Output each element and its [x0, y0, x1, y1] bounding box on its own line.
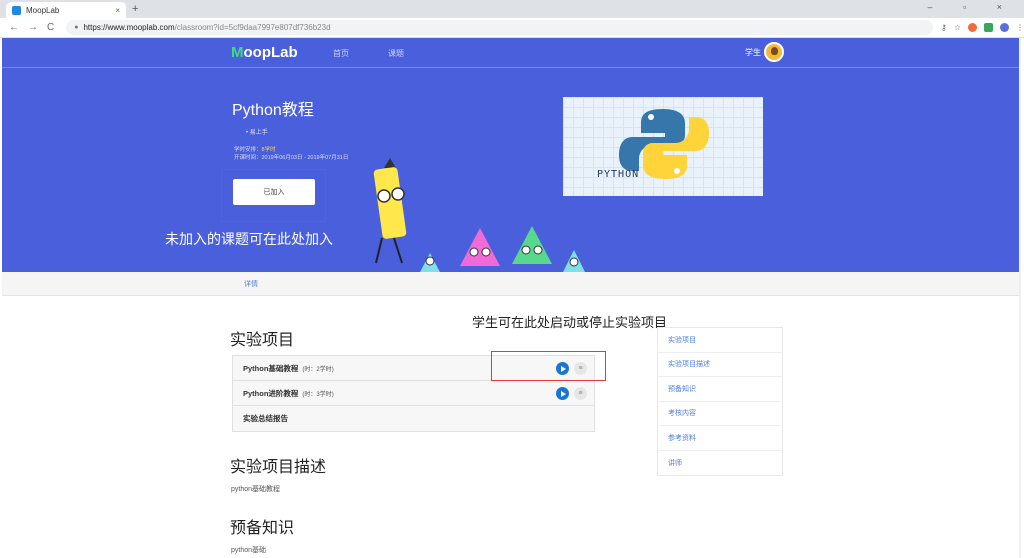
project-name: Python进阶教程	[243, 388, 299, 398]
prerequisites-text: python基础	[231, 547, 267, 554]
course-title: Python教程	[232, 102, 314, 119]
project-hours: (时：3学时)	[302, 391, 334, 398]
project-name: 实验总结报告	[243, 414, 288, 423]
course-open-time: 开课时间：2019年06月03日 - 2019年07月31日	[234, 155, 349, 161]
reload-icon[interactable]: C	[47, 22, 54, 33]
extension-icon[interactable]	[984, 23, 993, 32]
menu-icon[interactable]: ⋮	[1016, 23, 1024, 32]
triangle-mascot-icon	[512, 226, 552, 264]
forward-icon[interactable]: →	[28, 22, 38, 33]
list-menu-icon[interactable]: ≡	[574, 387, 587, 400]
side-nav-item[interactable]: 实验项目	[658, 328, 782, 353]
user-name[interactable]: 学生	[745, 47, 761, 58]
tab-detail[interactable]: 详情	[244, 279, 258, 289]
tab-close-icon[interactable]: ×	[115, 6, 120, 15]
triangle-mascot-icon	[563, 250, 585, 272]
sub-tab-bar: 详情	[2, 272, 1020, 296]
nav-course-link[interactable]: 课题	[388, 48, 404, 59]
url-host: https://www.mooplab.com	[83, 23, 175, 32]
course-hours: 学时安排：8学时	[234, 147, 276, 153]
extension-icon[interactable]	[968, 23, 977, 32]
join-annotation-text: 未加入的课题可在此处加入	[165, 232, 333, 248]
course-cover-image: PYTHON	[563, 97, 763, 196]
new-tab-button[interactable]: +	[132, 3, 138, 15]
side-nav-item[interactable]: 参考资料	[658, 426, 782, 451]
start-icon[interactable]	[556, 387, 569, 400]
window-controls[interactable]: – ▫ ×	[928, 2, 1016, 12]
control-annotation-text: 学生可在此处启动或停止实验项目	[472, 316, 668, 331]
project-row[interactable]: Python进阶教程 (时：3学时) ≡	[233, 381, 594, 406]
key-icon[interactable]: ⚷	[941, 23, 947, 32]
scrollbar[interactable]	[1019, 38, 1021, 558]
course-hero: MoopLab 首页 课题 学生 Python教程 易上手 学时安排：8学时 开…	[2, 38, 1020, 272]
extensions-area: ⚷ ☆ ⋮	[941, 23, 1024, 32]
description-text: python基础教程	[231, 486, 281, 493]
description-heading: 实验项目描述	[230, 459, 327, 476]
project-hours: (时：2学时)	[302, 366, 334, 373]
side-nav-item[interactable]: 讲师	[658, 451, 782, 476]
joined-button[interactable]: 已加入	[233, 179, 315, 205]
course-feature: 易上手	[246, 127, 268, 136]
python-label: PYTHON	[597, 169, 640, 180]
site-favicon-icon	[12, 5, 21, 15]
side-nav-item[interactable]: 预备知识	[658, 377, 782, 402]
tab-title: MoopLab	[26, 5, 60, 15]
prerequisites-heading: 预备知识	[230, 520, 295, 537]
triangle-mascot-icon	[420, 253, 440, 272]
mascot-illustration	[373, 158, 585, 272]
star-icon[interactable]: ☆	[954, 23, 961, 32]
back-icon[interactable]: ←	[9, 22, 19, 33]
project-row[interactable]: 实验总结报告	[233, 406, 594, 431]
lock-icon: ●	[74, 24, 79, 31]
pencil-mascot-icon	[373, 158, 407, 264]
url-input[interactable]: ● https://www.mooplab.com /classroom?id=…	[66, 20, 933, 35]
profile-icon[interactable]	[1000, 23, 1009, 32]
side-nav: 实验项目 实验项目描述 预备知识 考核内容 参考资料 讲师	[657, 327, 783, 476]
projects-heading: 实验项目	[230, 332, 295, 349]
header-divider	[2, 67, 1020, 68]
triangle-mascot-icon	[460, 228, 500, 266]
address-bar: ← → C ● https://www.mooplab.com /classro…	[0, 18, 1024, 38]
control-annotation-box	[491, 351, 606, 381]
project-name: Python基础教程	[243, 363, 299, 373]
side-nav-item[interactable]: 考核内容	[658, 402, 782, 426]
nav-home-link[interactable]: 首页	[333, 48, 349, 59]
side-nav-item[interactable]: 实验项目描述	[658, 353, 782, 377]
browser-tab-bar: MoopLab × + – ▫ ×	[0, 0, 1024, 18]
url-path: /classroom?id=5cf9daa7997e807df736b23d	[174, 23, 331, 32]
logo[interactable]: MoopLab	[231, 44, 298, 61]
avatar[interactable]	[764, 42, 784, 62]
browser-tab[interactable]: MoopLab ×	[6, 2, 126, 18]
